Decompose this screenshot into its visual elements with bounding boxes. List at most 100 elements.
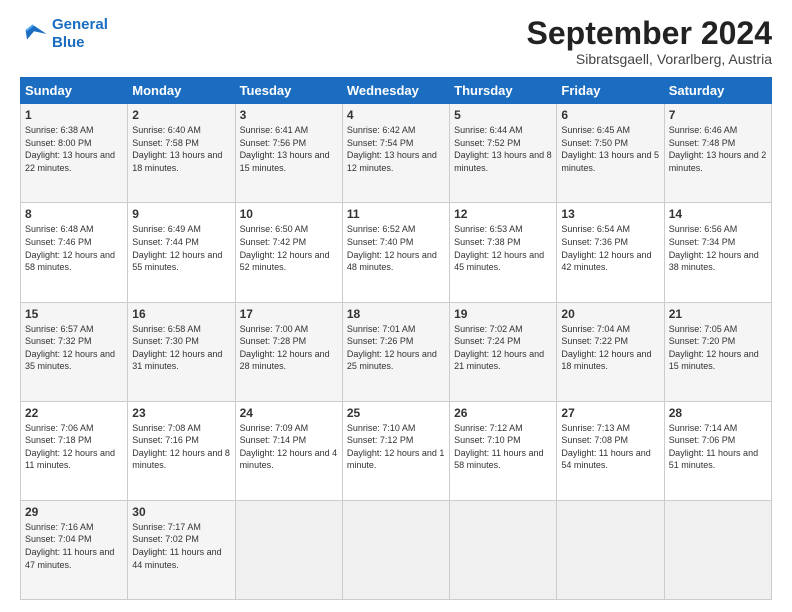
- table-row: 19 Sunrise: 7:02 AMSunset: 7:24 PMDaylig…: [450, 302, 557, 401]
- table-row: 13 Sunrise: 6:54 AMSunset: 7:36 PMDaylig…: [557, 203, 664, 302]
- table-row: [235, 500, 342, 599]
- header-saturday: Saturday: [664, 78, 771, 104]
- day-number: 24: [240, 406, 338, 420]
- cell-text: Sunrise: 6:52 AMSunset: 7:40 PMDaylight:…: [347, 224, 437, 272]
- cell-text: Sunrise: 6:57 AMSunset: 7:32 PMDaylight:…: [25, 324, 115, 372]
- table-row: 8 Sunrise: 6:48 AMSunset: 7:46 PMDayligh…: [21, 203, 128, 302]
- day-number: 16: [132, 307, 230, 321]
- table-row: 30 Sunrise: 7:17 AMSunset: 7:02 PMDaylig…: [128, 500, 235, 599]
- table-row: [664, 500, 771, 599]
- table-row: 20 Sunrise: 7:04 AMSunset: 7:22 PMDaylig…: [557, 302, 664, 401]
- calendar-week-row: 8 Sunrise: 6:48 AMSunset: 7:46 PMDayligh…: [21, 203, 772, 302]
- cell-text: Sunrise: 7:16 AMSunset: 7:04 PMDaylight:…: [25, 522, 114, 570]
- calendar: Sunday Monday Tuesday Wednesday Thursday…: [20, 77, 772, 600]
- cell-text: Sunrise: 7:00 AMSunset: 7:28 PMDaylight:…: [240, 324, 330, 372]
- calendar-week-row: 15 Sunrise: 6:57 AMSunset: 7:32 PMDaylig…: [21, 302, 772, 401]
- cell-text: Sunrise: 6:58 AMSunset: 7:30 PMDaylight:…: [132, 324, 222, 372]
- title-block: September 2024 Sibratsgaell, Vorarlberg,…: [527, 16, 772, 67]
- logo-text: General Blue: [52, 16, 108, 52]
- table-row: 15 Sunrise: 6:57 AMSunset: 7:32 PMDaylig…: [21, 302, 128, 401]
- cell-text: Sunrise: 7:14 AMSunset: 7:06 PMDaylight:…: [669, 423, 758, 471]
- cell-text: Sunrise: 7:05 AMSunset: 7:20 PMDaylight:…: [669, 324, 759, 372]
- day-number: 2: [132, 108, 230, 122]
- day-number: 19: [454, 307, 552, 321]
- cell-text: Sunrise: 7:02 AMSunset: 7:24 PMDaylight:…: [454, 324, 544, 372]
- table-row: 5 Sunrise: 6:44 AMSunset: 7:52 PMDayligh…: [450, 104, 557, 203]
- day-number: 1: [25, 108, 123, 122]
- table-row: 29 Sunrise: 7:16 AMSunset: 7:04 PMDaylig…: [21, 500, 128, 599]
- day-number: 14: [669, 207, 767, 221]
- day-number: 21: [669, 307, 767, 321]
- table-row: 10 Sunrise: 6:50 AMSunset: 7:42 PMDaylig…: [235, 203, 342, 302]
- day-number: 26: [454, 406, 552, 420]
- day-number: 9: [132, 207, 230, 221]
- table-row: 17 Sunrise: 7:00 AMSunset: 7:28 PMDaylig…: [235, 302, 342, 401]
- table-row: 25 Sunrise: 7:10 AMSunset: 7:12 PMDaylig…: [342, 401, 449, 500]
- cell-text: Sunrise: 7:08 AMSunset: 7:16 PMDaylight:…: [132, 423, 230, 471]
- table-row: [450, 500, 557, 599]
- day-number: 17: [240, 307, 338, 321]
- header-wednesday: Wednesday: [342, 78, 449, 104]
- header-monday: Monday: [128, 78, 235, 104]
- day-number: 8: [25, 207, 123, 221]
- cell-text: Sunrise: 7:17 AMSunset: 7:02 PMDaylight:…: [132, 522, 221, 570]
- cell-text: Sunrise: 6:40 AMSunset: 7:58 PMDaylight:…: [132, 125, 222, 173]
- day-number: 4: [347, 108, 445, 122]
- day-number: 23: [132, 406, 230, 420]
- table-row: 11 Sunrise: 6:52 AMSunset: 7:40 PMDaylig…: [342, 203, 449, 302]
- day-number: 22: [25, 406, 123, 420]
- cell-text: Sunrise: 7:12 AMSunset: 7:10 PMDaylight:…: [454, 423, 543, 471]
- day-number: 10: [240, 207, 338, 221]
- cell-text: Sunrise: 6:45 AMSunset: 7:50 PMDaylight:…: [561, 125, 659, 173]
- table-row: 2 Sunrise: 6:40 AMSunset: 7:58 PMDayligh…: [128, 104, 235, 203]
- table-row: 22 Sunrise: 7:06 AMSunset: 7:18 PMDaylig…: [21, 401, 128, 500]
- table-row: 27 Sunrise: 7:13 AMSunset: 7:08 PMDaylig…: [557, 401, 664, 500]
- day-number: 6: [561, 108, 659, 122]
- table-row: 12 Sunrise: 6:53 AMSunset: 7:38 PMDaylig…: [450, 203, 557, 302]
- table-row: [342, 500, 449, 599]
- table-row: 4 Sunrise: 6:42 AMSunset: 7:54 PMDayligh…: [342, 104, 449, 203]
- calendar-week-row: 29 Sunrise: 7:16 AMSunset: 7:04 PMDaylig…: [21, 500, 772, 599]
- calendar-week-row: 1 Sunrise: 6:38 AMSunset: 8:00 PMDayligh…: [21, 104, 772, 203]
- cell-text: Sunrise: 6:41 AMSunset: 7:56 PMDaylight:…: [240, 125, 330, 173]
- calendar-week-row: 22 Sunrise: 7:06 AMSunset: 7:18 PMDaylig…: [21, 401, 772, 500]
- logo-icon: [20, 20, 48, 48]
- day-number: 13: [561, 207, 659, 221]
- table-row: 6 Sunrise: 6:45 AMSunset: 7:50 PMDayligh…: [557, 104, 664, 203]
- table-row: 21 Sunrise: 7:05 AMSunset: 7:20 PMDaylig…: [664, 302, 771, 401]
- table-row: 16 Sunrise: 6:58 AMSunset: 7:30 PMDaylig…: [128, 302, 235, 401]
- table-row: 9 Sunrise: 6:49 AMSunset: 7:44 PMDayligh…: [128, 203, 235, 302]
- day-number: 30: [132, 505, 230, 519]
- cell-text: Sunrise: 7:01 AMSunset: 7:26 PMDaylight:…: [347, 324, 437, 372]
- cell-text: Sunrise: 7:10 AMSunset: 7:12 PMDaylight:…: [347, 423, 445, 471]
- day-number: 3: [240, 108, 338, 122]
- day-number: 27: [561, 406, 659, 420]
- cell-text: Sunrise: 7:13 AMSunset: 7:08 PMDaylight:…: [561, 423, 650, 471]
- table-row: 18 Sunrise: 7:01 AMSunset: 7:26 PMDaylig…: [342, 302, 449, 401]
- table-row: 1 Sunrise: 6:38 AMSunset: 8:00 PMDayligh…: [21, 104, 128, 203]
- day-number: 5: [454, 108, 552, 122]
- cell-text: Sunrise: 6:38 AMSunset: 8:00 PMDaylight:…: [25, 125, 115, 173]
- month-title: September 2024: [527, 16, 772, 51]
- table-row: 24 Sunrise: 7:09 AMSunset: 7:14 PMDaylig…: [235, 401, 342, 500]
- cell-text: Sunrise: 6:44 AMSunset: 7:52 PMDaylight:…: [454, 125, 552, 173]
- cell-text: Sunrise: 6:49 AMSunset: 7:44 PMDaylight:…: [132, 224, 222, 272]
- cell-text: Sunrise: 6:54 AMSunset: 7:36 PMDaylight:…: [561, 224, 651, 272]
- header-tuesday: Tuesday: [235, 78, 342, 104]
- location: Sibratsgaell, Vorarlberg, Austria: [527, 51, 772, 67]
- header: General Blue September 2024 Sibratsgaell…: [20, 16, 772, 67]
- table-row: [557, 500, 664, 599]
- table-row: 3 Sunrise: 6:41 AMSunset: 7:56 PMDayligh…: [235, 104, 342, 203]
- day-number: 18: [347, 307, 445, 321]
- logo: General Blue: [20, 16, 108, 52]
- table-row: 26 Sunrise: 7:12 AMSunset: 7:10 PMDaylig…: [450, 401, 557, 500]
- day-number: 15: [25, 307, 123, 321]
- day-number: 29: [25, 505, 123, 519]
- table-row: 14 Sunrise: 6:56 AMSunset: 7:34 PMDaylig…: [664, 203, 771, 302]
- cell-text: Sunrise: 6:56 AMSunset: 7:34 PMDaylight:…: [669, 224, 759, 272]
- table-row: 7 Sunrise: 6:46 AMSunset: 7:48 PMDayligh…: [664, 104, 771, 203]
- cell-text: Sunrise: 7:04 AMSunset: 7:22 PMDaylight:…: [561, 324, 651, 372]
- day-number: 20: [561, 307, 659, 321]
- cell-text: Sunrise: 7:06 AMSunset: 7:18 PMDaylight:…: [25, 423, 115, 471]
- table-row: 28 Sunrise: 7:14 AMSunset: 7:06 PMDaylig…: [664, 401, 771, 500]
